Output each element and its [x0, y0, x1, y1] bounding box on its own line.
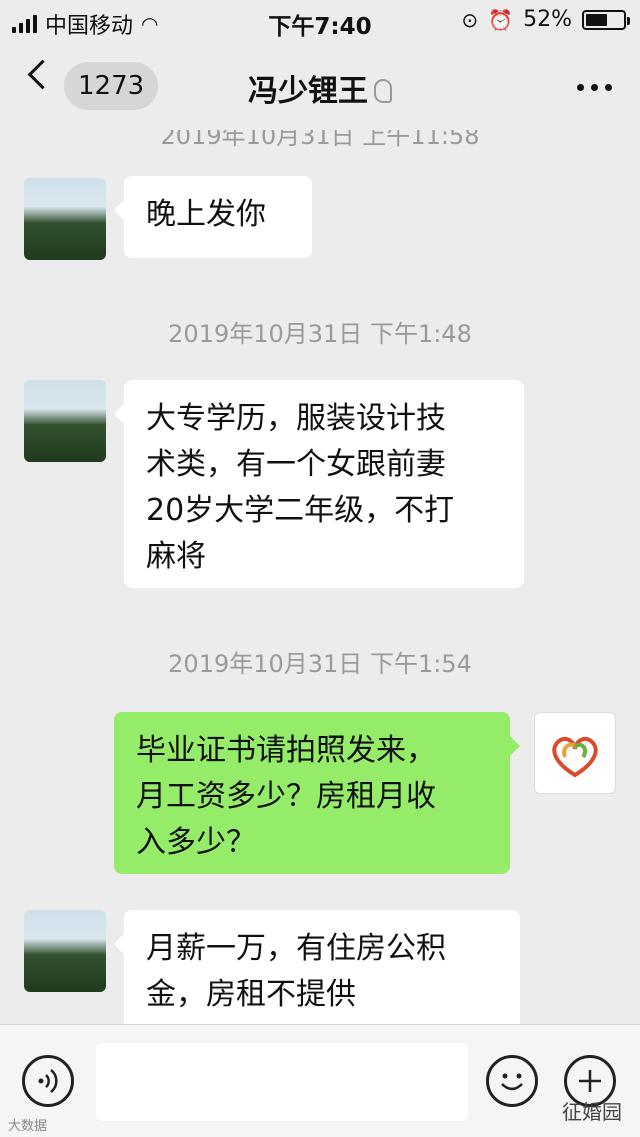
rotation-lock-icon: ⊙: [461, 7, 479, 32]
contact-avatar[interactable]: [24, 380, 106, 462]
message-list[interactable]: 2019年10月31日 上午11:58 晚上发你 2019年10月31日 下午1…: [0, 130, 640, 1024]
message-line: 20岁大学二年级，不打: [146, 493, 455, 528]
message-bubble[interactable]: 毕业证书请拍照发来， 月工资多少？房租月收 入多少？: [114, 712, 520, 874]
contact-avatar[interactable]: [24, 178, 106, 260]
emoji-button[interactable]: [486, 1055, 538, 1107]
status-right: ⊙ ⏰ 52%: [461, 7, 630, 32]
message-line: 金，房租不提供: [146, 977, 356, 1012]
battery-icon: [582, 9, 630, 30]
timestamp: 2019年10月31日 下午1:48: [168, 320, 472, 348]
message-line: 毕业证书请拍照发来，: [136, 733, 436, 768]
message-bubble[interactable]: 晚上发你: [114, 176, 312, 258]
heart-logo-icon: [552, 736, 598, 778]
nav-bar: 1273 冯少锂王: [0, 40, 640, 130]
watermark-right: 征婚园: [562, 1100, 622, 1124]
timestamp-partial: 2019年10月31日 上午11:58: [160, 130, 480, 150]
battery-percent: 52%: [523, 7, 572, 32]
contact-name: 冯少锂王: [248, 74, 368, 109]
message-line: 术类，有一个女跟前妻: [146, 447, 446, 482]
message-line: 月工资多少？房租月收: [136, 779, 436, 814]
message-bubble[interactable]: 大专学历，服装设计技 术类，有一个女跟前妻 20岁大学二年级，不打 麻将: [114, 380, 524, 588]
contact-avatar[interactable]: [24, 910, 106, 992]
message-line: 月薪一万，有住房公积: [146, 931, 446, 966]
message-line: 麻将: [146, 539, 206, 574]
message-text: 晚上发你: [146, 197, 266, 232]
input-bar: [0, 1024, 640, 1137]
earpiece-mode-icon: [374, 79, 392, 103]
voice-input-button[interactable]: [22, 1055, 74, 1107]
message-bubble[interactable]: 月薪一万，有住房公积 金，房租不提供: [114, 910, 520, 1024]
watermark-left: 大数据: [8, 1119, 48, 1134]
alarm-icon: ⏰: [488, 7, 514, 32]
status-bar: 中国移动 ◠ 下午7:40 ⊙ ⏰ 52%: [0, 0, 640, 40]
timestamp: 2019年10月31日 下午1:54: [168, 650, 472, 678]
smiley-icon: [501, 1073, 523, 1091]
message-input[interactable]: [96, 1043, 468, 1121]
more-options-icon[interactable]: [577, 84, 612, 91]
message-line: 入多少？: [136, 825, 256, 860]
user-avatar[interactable]: [534, 712, 616, 794]
message-line: 大专学历，服装设计技: [146, 401, 446, 436]
chat-title: 冯少锂王: [0, 66, 640, 110]
voice-icon: [38, 1069, 58, 1093]
